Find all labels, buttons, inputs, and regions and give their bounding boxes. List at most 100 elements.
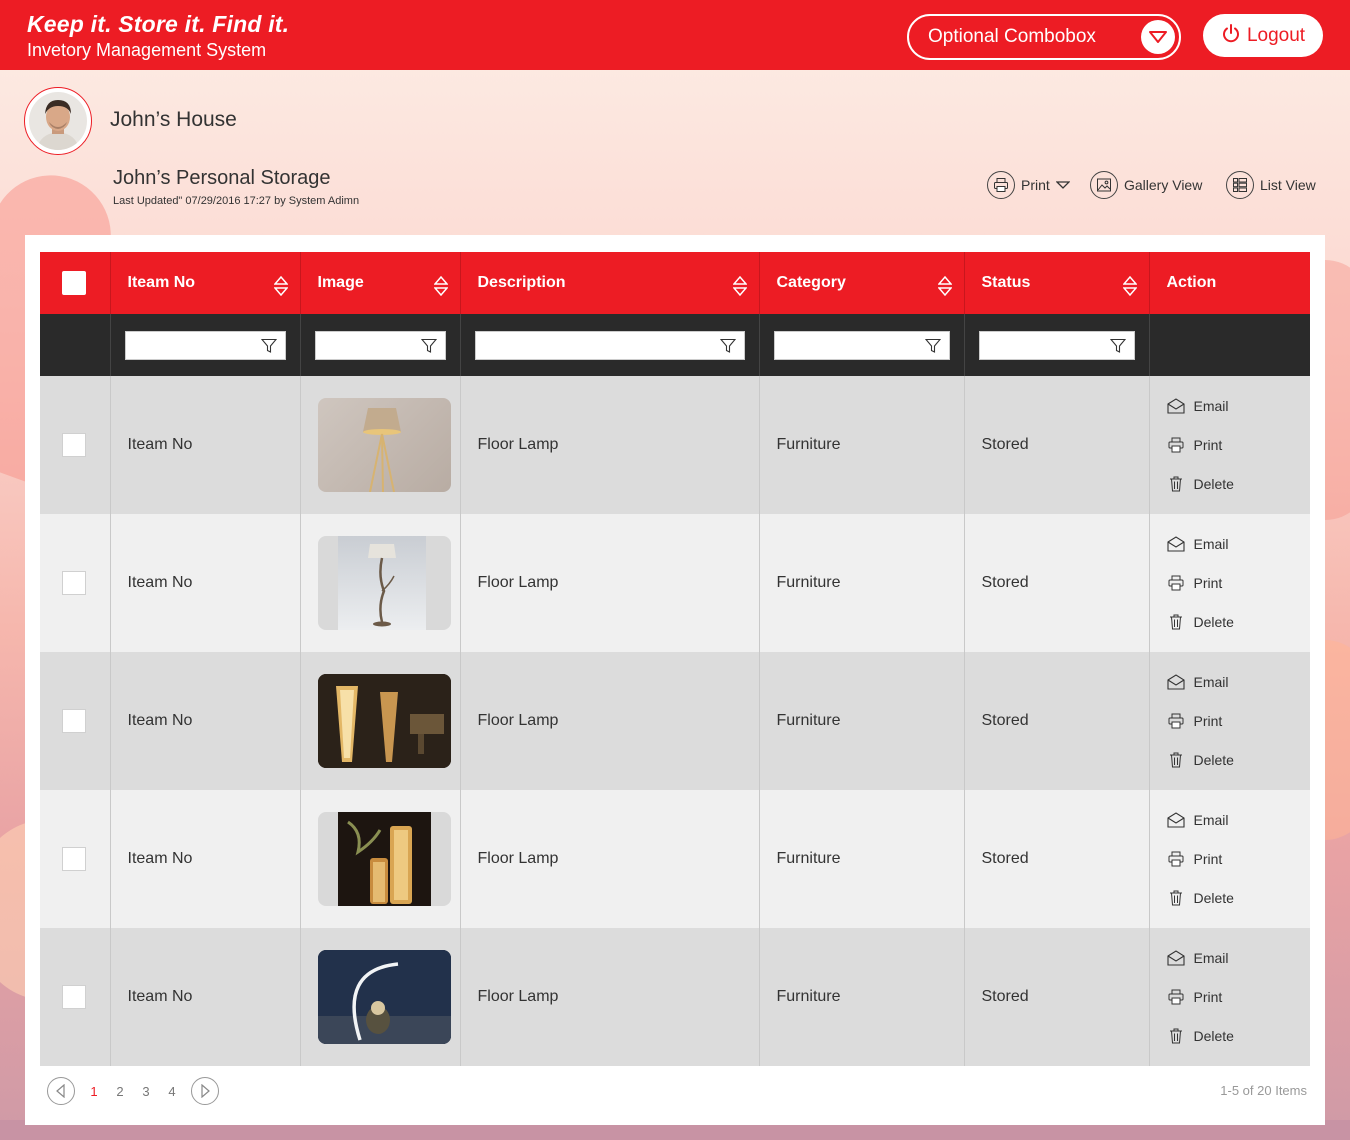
storage-name: John’s Personal Storage [113, 167, 331, 189]
delete-action[interactable]: Delete [1167, 888, 1311, 909]
next-page-button[interactable] [191, 1077, 219, 1105]
list-view-button[interactable]: List View [1226, 171, 1316, 199]
item-thumbnail[interactable] [317, 398, 451, 492]
cylinder-lamp-image [337, 812, 431, 906]
power-icon [1221, 23, 1241, 49]
filter-icon[interactable] [260, 338, 277, 354]
print-action[interactable]: Print [1167, 711, 1311, 732]
page-link-4[interactable]: 4 [159, 1084, 185, 1099]
delete-action[interactable]: Delete [1167, 612, 1311, 633]
status-cell: Stored [964, 652, 1150, 790]
filter-input-description[interactable] [474, 330, 745, 360]
filter-cell-description [460, 314, 760, 376]
sort-icon[interactable] [273, 276, 288, 296]
brand-subtitle: Invetory Management System [27, 40, 267, 60]
printer-icon [1168, 713, 1183, 729]
envelope-icon [1166, 812, 1185, 828]
print-action[interactable]: Print [1167, 849, 1311, 870]
filter-input-image[interactable] [314, 330, 446, 360]
column-header-item-no[interactable]: Iteam No [110, 252, 301, 314]
printer-icon [1168, 437, 1183, 453]
item-thumbnail[interactable] [317, 950, 451, 1044]
list-icon [1226, 171, 1254, 199]
sort-icon[interactable] [433, 276, 448, 296]
last-updated-text: Last Updated" 07/29/2016 17:27 by System… [113, 195, 360, 207]
item-thumbnail[interactable] [317, 674, 451, 768]
description-cell: Floor Lamp [460, 790, 760, 928]
image-cell [300, 928, 461, 1066]
action-cell: Email Print Delete [1149, 514, 1310, 652]
printer-icon [1168, 989, 1183, 1005]
filter-cell-item-no [110, 314, 301, 376]
column-header-status[interactable]: Status [964, 252, 1150, 314]
status-cell: Stored [964, 928, 1150, 1066]
sort-icon[interactable] [1122, 276, 1137, 296]
filter-input-category[interactable] [773, 330, 950, 360]
action-cell: Email Print Delete [1149, 652, 1310, 790]
user-avatar-icon [29, 92, 87, 150]
filter-icon[interactable] [719, 338, 736, 354]
filter-cell-empty [40, 314, 111, 376]
item-no-cell: Iteam No [110, 790, 301, 928]
print-label: Print [1021, 177, 1050, 193]
top-bar: Keep it. Store it. Find it. Invetory Man… [0, 0, 1350, 70]
filter-icon[interactable] [420, 338, 437, 354]
optional-combobox[interactable]: Optional Combobox [907, 14, 1181, 60]
page-link-3[interactable]: 3 [133, 1084, 159, 1099]
pagination: 1 2 3 4 [47, 1077, 219, 1105]
select-all-checkbox[interactable] [62, 271, 86, 295]
gallery-view-button[interactable]: Gallery View [1090, 171, 1202, 199]
category-cell: Furniture [759, 376, 965, 514]
column-header-description[interactable]: Description [460, 252, 760, 314]
envelope-icon [1166, 398, 1185, 414]
filter-icon[interactable] [924, 338, 941, 354]
category-cell: Furniture [759, 928, 965, 1066]
page-link-1[interactable]: 1 [81, 1084, 107, 1099]
row-checkbox[interactable] [62, 571, 86, 595]
print-action[interactable]: Print [1167, 987, 1311, 1008]
delete-action[interactable]: Delete [1167, 1026, 1311, 1047]
delete-action[interactable]: Delete [1167, 474, 1311, 495]
row-checkbox[interactable] [62, 847, 86, 871]
prev-page-button[interactable] [47, 1077, 75, 1105]
filter-input-status[interactable] [978, 330, 1135, 360]
table-row: Iteam No Floor Lamp Furniture Stored Ema… [40, 928, 1310, 1066]
row-checkbox[interactable] [62, 709, 86, 733]
logout-button[interactable]: Logout [1203, 14, 1323, 57]
column-header-category[interactable]: Category [759, 252, 965, 314]
email-action[interactable]: Email [1166, 396, 1311, 417]
filter-icon[interactable] [1109, 338, 1126, 354]
filter-input-item-no[interactable] [124, 330, 286, 360]
email-action[interactable]: Email [1166, 672, 1311, 693]
chevron-down-icon[interactable] [1141, 20, 1175, 54]
sort-icon[interactable] [937, 276, 952, 296]
row-select-cell [40, 790, 111, 928]
row-select-cell [40, 514, 111, 652]
email-action[interactable]: Email [1166, 948, 1311, 969]
inventory-table: Iteam No Image Description Category Stat… [40, 252, 1310, 1066]
print-action[interactable]: Print [1167, 435, 1311, 456]
row-checkbox[interactable] [62, 985, 86, 1009]
printer-icon [1168, 575, 1183, 591]
item-no-cell: Iteam No [110, 376, 301, 514]
item-thumbnail[interactable] [317, 536, 451, 630]
printer-icon [987, 171, 1015, 199]
table-row: Iteam No Floor Lamp Furniture Stored Ema… [40, 790, 1310, 928]
print-action[interactable]: Print [1167, 573, 1311, 594]
description-cell: Floor Lamp [460, 376, 760, 514]
print-dropdown[interactable]: Print [987, 171, 1071, 199]
item-thumbnail[interactable] [317, 812, 451, 906]
item-no-cell: Iteam No [110, 652, 301, 790]
sort-icon[interactable] [732, 276, 747, 296]
row-checkbox[interactable] [62, 433, 86, 457]
email-action[interactable]: Email [1166, 810, 1311, 831]
email-action[interactable]: Email [1166, 534, 1311, 555]
image-cell [300, 652, 461, 790]
delete-action[interactable]: Delete [1167, 750, 1311, 771]
page-link-2[interactable]: 2 [107, 1084, 133, 1099]
avatar[interactable] [24, 87, 92, 155]
list-view-label: List View [1260, 177, 1316, 193]
slat-lamp-image [317, 674, 451, 768]
column-header-image[interactable]: Image [300, 252, 461, 314]
branch-lamp-image [337, 536, 426, 630]
